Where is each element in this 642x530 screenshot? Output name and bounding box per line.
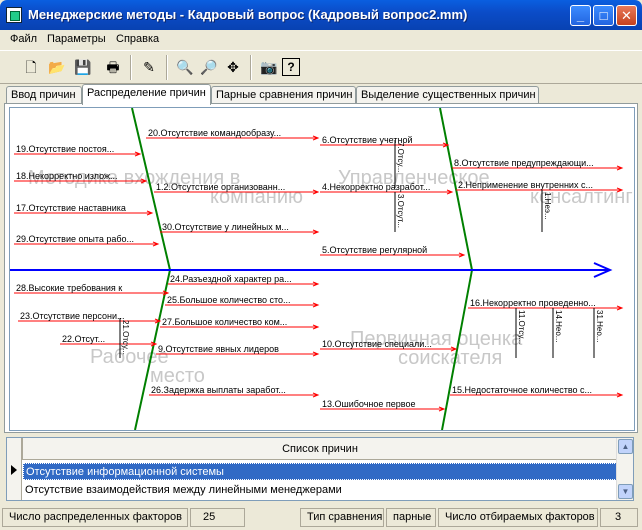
magic-tool-icon[interactable]: ✎ — [138, 56, 160, 78]
scroll-up-icon[interactable]: ▲ — [618, 439, 633, 454]
new-document-icon[interactable]: 🗋 — [20, 56, 42, 78]
cause-label: 28.Высокие требования к — [16, 283, 122, 293]
cause-label: 20.Отсутствие командообразу... — [148, 128, 281, 138]
scroll-down-icon[interactable]: ▼ — [618, 484, 633, 499]
menu-parameters[interactable]: Параметры — [47, 33, 106, 45]
window-title: Менеджерские методы - Кадровый вопрос (К… — [28, 7, 468, 22]
status-selected-value: 3 — [600, 508, 638, 527]
toolbar-separator — [130, 55, 132, 80]
cause-label: 26.Задержка выплаты заработ... — [151, 385, 286, 395]
tab-panel: Методика вхождения в компанию Управленческ… — [4, 103, 638, 433]
cause-label: 15.Недостаточное количество с... — [452, 385, 592, 395]
status-distributed-value: 25 — [190, 508, 245, 527]
sub-cause-label: 21.Отсу... — [121, 320, 130, 355]
camera-icon[interactable]: 📷 — [258, 56, 280, 78]
sub-cause-label: 31.Нео... — [595, 310, 604, 342]
cause-label: 27.Большое количество ком... — [162, 317, 287, 327]
zoom-out-icon[interactable]: 🔎 — [198, 56, 220, 78]
list-item[interactable]: Отсутствие информационной системы — [23, 463, 617, 480]
sub-cause-label: 11.Отсу... — [517, 310, 526, 344]
print-icon[interactable]: 🖶 — [102, 56, 124, 78]
vertical-scrollbar[interactable]: ▲ ▼ — [616, 438, 633, 500]
toolbar-separator — [166, 55, 168, 80]
pan-move-icon[interactable]: ✥ — [222, 56, 244, 78]
tab-distribute-causes[interactable]: Распределение причин — [82, 84, 211, 105]
cause-label: 24.Разъездной характер ра... — [170, 274, 292, 284]
causes-list[interactable]: Список причин Отсутствие информационной … — [6, 437, 634, 501]
close-button[interactable]: ✕ — [616, 5, 637, 26]
app-icon — [6, 7, 22, 23]
status-distributed-label: Число распределенных факторов — [2, 508, 188, 527]
tab-enter-causes[interactable]: Ввод причин — [6, 86, 82, 104]
minimize-button[interactable]: _ — [570, 5, 591, 26]
category-watermark: соискателя — [398, 347, 502, 369]
status-comparison-value: парные — [386, 508, 436, 527]
menu-help[interactable]: Справка — [116, 33, 159, 45]
cause-label: 9.Отсутствие явных лидеров — [158, 344, 279, 354]
maximize-button[interactable]: □ — [593, 5, 614, 26]
cause-label: 2.Неприменение внутренних с... — [458, 180, 593, 190]
cause-label: 4.Некорректно разработ... — [322, 182, 430, 192]
help-icon[interactable]: ? — [282, 58, 300, 76]
cause-label: 17.Отсутствие наставника — [16, 203, 126, 213]
cause-label: 10.Отсутствие специали... — [322, 339, 432, 349]
cause-label: 1.2.Отсутствие организованн... — [156, 182, 285, 192]
zoom-in-icon[interactable]: 🔍 — [174, 56, 196, 78]
category-watermark: место — [150, 365, 205, 387]
cause-label: 8.Отсутствие предупреждающи... — [454, 158, 594, 168]
menu-bar: Файл Параметры Справка — [0, 30, 642, 50]
open-folder-icon[interactable]: 📂 — [46, 56, 68, 78]
status-selected-label: Число отбираемых факторов — [438, 508, 598, 527]
status-bar: Число распределенных факторов 25 Тип сра… — [0, 506, 642, 530]
cause-label: 23.Отсутствие персони... — [20, 311, 124, 321]
tab-select-essential[interactable]: Выделение существенных причин — [356, 86, 539, 104]
current-row-arrow-icon — [11, 465, 17, 475]
menu-file[interactable]: Файл — [10, 33, 37, 45]
list-header[interactable]: Список причин — [22, 438, 617, 460]
title-bar[interactable]: Менеджерские методы - Кадровый вопрос (К… — [0, 0, 642, 30]
cause-label: 29.Отсутствие опыта рабо... — [16, 234, 134, 244]
tab-strip: Ввод причин Распределение причин Парные … — [0, 84, 642, 105]
save-disk-icon[interactable]: 💾 — [72, 56, 94, 78]
toolbar-separator — [250, 55, 252, 80]
status-comparison-label: Тип сравнения — [300, 508, 384, 527]
cause-label: 13.Ошибочное первое — [322, 399, 415, 409]
toolbar: 🗋 📂 💾 🖶 ✎ 🔍 🔎 ✥ 📷 ? — [0, 50, 642, 84]
cause-label: 22.Отсут... — [62, 334, 105, 344]
sub-cause-label: 7.Отсу... — [396, 142, 405, 172]
sub-cause-label: 14.Нео... — [554, 310, 563, 342]
cause-label: 18.Некорректно излож... — [16, 171, 118, 181]
cause-label: 5.Отсутствие регулярной — [322, 245, 427, 255]
cause-label: 30.Отсутствие у линейных м... — [162, 222, 289, 232]
cause-label: 16.Некорректно проведенно... — [470, 298, 596, 308]
tab-pair-compare[interactable]: Парные сравнения причин — [211, 86, 356, 104]
cause-label: 25.Большое количество сто... — [167, 295, 291, 305]
list-item[interactable]: Отсутствие взаимодействия между линейным… — [23, 482, 617, 499]
cause-label: 19.Отсутствие постоя... — [16, 144, 114, 154]
sub-cause-label: 3.Отсут... — [396, 194, 405, 228]
sub-cause-label: 1.Неэ... — [543, 192, 552, 220]
fishbone-diagram[interactable]: Методика вхождения в компанию Управленческ… — [9, 107, 635, 431]
